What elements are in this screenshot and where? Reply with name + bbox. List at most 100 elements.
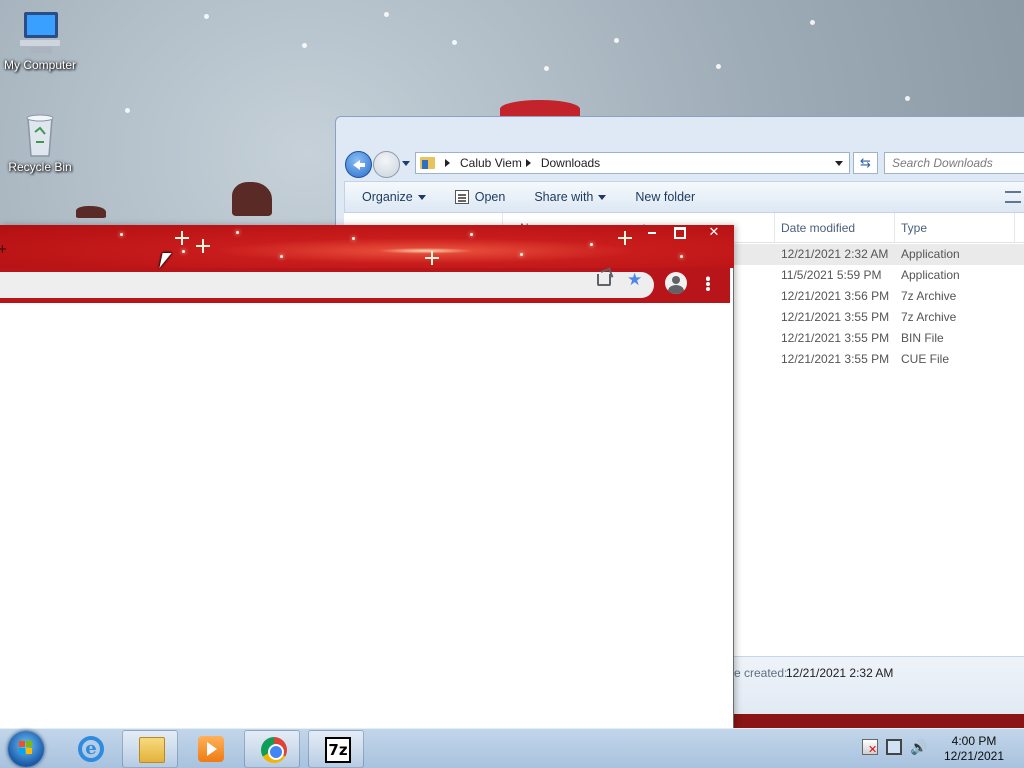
chevron-right-icon [445, 159, 454, 167]
rock [232, 182, 272, 216]
date-modified-cell: 12/21/2021 3:55 PM [781, 310, 890, 324]
view-options-icon[interactable] [1005, 191, 1021, 203]
sparkle-star [196, 239, 210, 253]
date-modified-cell: 12/21/2021 3:56 PM [781, 289, 890, 303]
address-bar[interactable]: Calub Viem Downloads [415, 152, 850, 174]
desktop-icon-label: My Computer [3, 58, 77, 72]
sparkle [680, 255, 683, 258]
taskbar-internet-explorer[interactable]: e [62, 730, 118, 768]
refresh-button[interactable]: ⇆ [853, 152, 878, 174]
chevron-down-icon [598, 194, 607, 204]
new-folder-label: New folder [635, 190, 696, 204]
maximize-button[interactable] [666, 225, 694, 241]
chrome-page-content[interactable] [0, 303, 733, 728]
type-cell: Application [901, 247, 960, 261]
kebab-menu-icon[interactable] [706, 277, 710, 291]
column-divider[interactable] [1014, 213, 1015, 243]
taskbar-file-explorer[interactable] [122, 730, 178, 768]
chevron-right-icon [525, 159, 535, 167]
date-modified-cell: 12/21/2021 3:55 PM [781, 352, 890, 366]
file-explorer-icon [139, 737, 165, 763]
close-button[interactable]: ✕ [694, 225, 734, 241]
explorer-navigation-bar: Calub Viem Downloads ⇆ Search Downloads [336, 147, 1024, 181]
organize-button[interactable]: Organize [362, 190, 426, 204]
open-label: Open [474, 190, 506, 204]
chrome-icon [261, 737, 287, 763]
column-header-type[interactable]: Type [901, 221, 927, 235]
search-input[interactable]: Search Downloads [884, 152, 1024, 174]
network-icon[interactable] [886, 739, 902, 755]
new-tab-button[interactable]: + [0, 241, 7, 258]
back-button[interactable] [345, 151, 372, 178]
7zip-icon: 7z [325, 737, 351, 763]
column-header-date-modified[interactable]: Date modified [781, 221, 855, 235]
taskbar-7zip[interactable]: 7z [308, 730, 364, 768]
column-divider[interactable] [894, 213, 895, 243]
sparkle [352, 237, 355, 240]
system-tray: 🔊 [862, 739, 927, 756]
clock[interactable]: 4:00 PM 12/21/2021 [936, 734, 1012, 764]
sparkle [520, 253, 523, 256]
sparkle [590, 243, 593, 246]
snowflake [452, 40, 457, 45]
share-icon[interactable] [597, 274, 611, 286]
snowflake [544, 66, 549, 71]
new-folder-button[interactable]: New folder [635, 190, 695, 204]
address-dropdown-icon[interactable] [835, 161, 843, 170]
sparkle [182, 250, 185, 253]
snowflake [302, 43, 307, 48]
date-modified-cell: 12/21/2021 3:55 PM [781, 331, 890, 345]
window-controls: ✕ [638, 225, 734, 241]
breadcrumb-item[interactable]: Downloads [541, 156, 600, 170]
column-divider[interactable] [774, 213, 775, 243]
windows-logo-icon [19, 741, 33, 755]
sparkle [120, 233, 123, 236]
sparkle-star [618, 231, 632, 245]
chrome-toolbar: ★ [0, 268, 730, 303]
internet-explorer-icon: e [78, 736, 104, 762]
sparkle-star [425, 251, 439, 265]
date-modified-cell: 11/5/2021 5:59 PM [781, 268, 882, 282]
open-button[interactable]: Open [454, 190, 506, 204]
sparkle-star [175, 231, 189, 245]
folder-icon [420, 157, 435, 169]
chevron-down-icon [417, 194, 426, 204]
profile-avatar-icon[interactable] [665, 272, 687, 294]
type-cell: CUE File [901, 352, 950, 366]
media-player-icon [198, 736, 224, 762]
chrome-window[interactable]: + ✕ ★ [0, 225, 734, 728]
type-cell: 7z Archive [901, 289, 957, 303]
recent-pages-dropdown[interactable] [402, 161, 410, 170]
share-with-label: Share with [534, 190, 594, 204]
type-cell: Application [901, 268, 960, 282]
computer-icon [16, 10, 64, 56]
clock-date: 12/21/2021 [943, 749, 1005, 763]
type-cell: BIN File [901, 331, 944, 345]
start-button[interactable] [8, 731, 44, 767]
snowflake [905, 96, 910, 101]
action-center-flag-icon[interactable] [862, 739, 878, 756]
volume-icon[interactable]: 🔊 [910, 739, 927, 755]
sparkle [280, 255, 283, 258]
minimize-button[interactable] [638, 225, 666, 241]
window-edge-strip [733, 714, 1024, 728]
address-input[interactable] [0, 272, 654, 298]
share-with-button[interactable]: Share with [534, 190, 607, 204]
breadcrumb-item[interactable]: Calub Viem [460, 156, 522, 170]
open-icon [454, 190, 469, 204]
type-cell: 7z Archive [901, 310, 957, 324]
sparkle [236, 231, 239, 234]
snowflake [125, 108, 130, 113]
taskbar-media-player[interactable] [182, 730, 238, 768]
clock-time: 4:00 PM [951, 734, 997, 748]
taskbar-chrome[interactable] [244, 730, 300, 768]
snowflake [810, 20, 815, 25]
forward-button[interactable] [373, 151, 400, 178]
rock [76, 206, 106, 218]
command-bar: Organize Open Share with New folder [344, 181, 1024, 213]
desktop-icon-recycle-bin[interactable]: Recycle Bin [0, 112, 80, 174]
desktop-icon-my-computer[interactable]: My Computer [0, 10, 80, 72]
chrome-titlebar[interactable]: + ✕ [0, 225, 734, 268]
details-label: e created: [734, 666, 788, 680]
bookmark-star-icon[interactable]: ★ [627, 270, 642, 290]
